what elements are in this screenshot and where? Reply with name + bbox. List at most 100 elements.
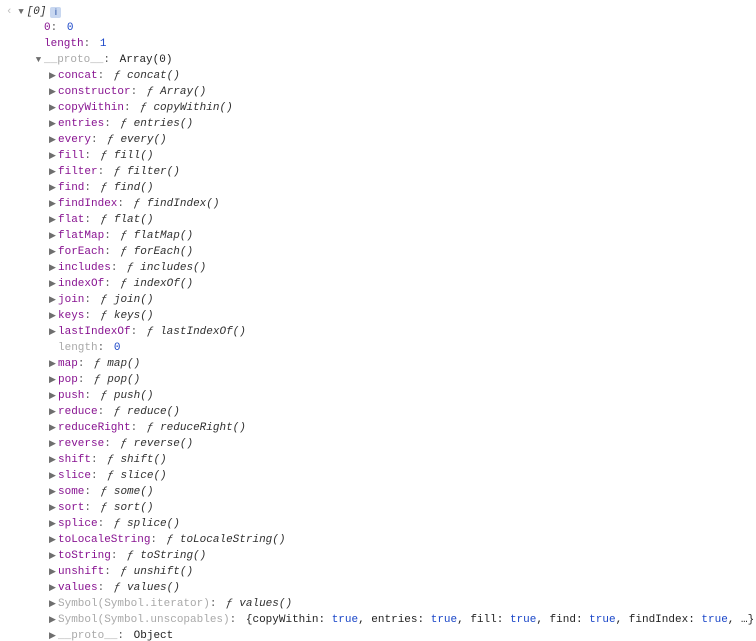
length-row[interactable]: ▶ length: 0	[6, 340, 756, 356]
triangle-right-icon[interactable]: ▶	[48, 372, 57, 388]
triangle-right-icon[interactable]: ▶	[48, 84, 57, 100]
method-row[interactable]: ▶slice: ƒ slice()	[6, 468, 756, 484]
method-row[interactable]: ▶unshift: ƒ unshift()	[6, 564, 756, 580]
method-row[interactable]: ▶toLocaleString: ƒ toLocaleString()	[6, 532, 756, 548]
method-row[interactable]: ▶pop: ƒ pop()	[6, 372, 756, 388]
console-output: ‹ ▼ [0] i ▶0: 0▶length: 1 ▼ __proto__: A…	[0, 0, 756, 641]
method-row[interactable]: ▶reduceRight: ƒ reduceRight()	[6, 420, 756, 436]
method-row[interactable]: ▶entries: ƒ entries()	[6, 116, 756, 132]
property-key: push	[58, 388, 84, 404]
function-name: concat()	[127, 68, 180, 84]
triangle-right-icon[interactable]: ▶	[48, 148, 57, 164]
property-key: toString	[58, 548, 111, 564]
triangle-right-icon[interactable]: ▶	[48, 260, 57, 276]
triangle-right-icon[interactable]: ▶	[48, 244, 57, 260]
own-property-row[interactable]: ▶length: 1	[6, 36, 756, 52]
triangle-right-icon[interactable]: ▶	[48, 388, 57, 404]
method-row[interactable]: ▶concat: ƒ concat()	[6, 68, 756, 84]
method-row[interactable]: ▶keys: ƒ keys()	[6, 308, 756, 324]
method-row[interactable]: ▶reverse: ƒ reverse()	[6, 436, 756, 452]
property-key: every	[58, 132, 91, 148]
triangle-right-icon[interactable]: ▶	[48, 436, 57, 452]
triangle-right-icon[interactable]: ▶	[48, 164, 57, 180]
triangle-right-icon[interactable]: ▶	[48, 212, 57, 228]
triangle-right-icon[interactable]: ▶	[48, 452, 57, 468]
method-row[interactable]: ▶lastIndexOf: ƒ lastIndexOf()	[6, 324, 756, 340]
triangle-right-icon[interactable]: ▶	[48, 116, 57, 132]
method-row[interactable]: ▶values: ƒ values()	[6, 580, 756, 596]
method-row[interactable]: ▶indexOf: ƒ indexOf()	[6, 276, 756, 292]
method-row[interactable]: ▶fill: ƒ fill()	[6, 148, 756, 164]
method-row[interactable]: ▶map: ƒ map()	[6, 356, 756, 372]
triangle-right-icon[interactable]: ▶	[48, 596, 57, 612]
method-row[interactable]: ▶some: ƒ some()	[6, 484, 756, 500]
proto-object-row[interactable]: ▶ __proto__: Object	[6, 628, 756, 641]
symbol-iterator-row[interactable]: ▶ Symbol(Symbol.iterator): ƒ values()	[6, 596, 756, 612]
triangle-right-icon[interactable]: ▶	[48, 180, 57, 196]
method-row[interactable]: ▶reduce: ƒ reduce()	[6, 404, 756, 420]
property-key: sort	[58, 500, 84, 516]
triangle-right-icon[interactable]: ▶	[48, 324, 57, 340]
triangle-right-icon[interactable]: ▶	[48, 580, 57, 596]
function-marker: ƒ	[120, 228, 127, 244]
function-name: join()	[114, 292, 154, 308]
method-row[interactable]: ▶includes: ƒ includes()	[6, 260, 756, 276]
triangle-right-icon[interactable]: ▶	[48, 100, 57, 116]
function-marker: ƒ	[114, 68, 121, 84]
property-key: unshift	[58, 564, 104, 580]
method-row[interactable]: ▶join: ƒ join()	[6, 292, 756, 308]
property-key: lastIndexOf	[58, 324, 131, 340]
triangle-right-icon[interactable]: ▶	[48, 356, 57, 372]
triangle-right-icon[interactable]: ▶	[48, 308, 57, 324]
function-marker: ƒ	[127, 260, 134, 276]
method-row[interactable]: ▶filter: ƒ filter()	[6, 164, 756, 180]
function-marker: ƒ	[114, 404, 121, 420]
triangle-right-icon[interactable]: ▶	[48, 404, 57, 420]
object-preview: {copyWithin: true, entries: true, fill: …	[246, 612, 754, 628]
array-summary[interactable]: [0]	[27, 4, 47, 20]
triangle-right-icon[interactable]: ▶	[48, 548, 57, 564]
triangle-right-icon[interactable]: ▶	[48, 484, 57, 500]
triangle-right-icon[interactable]: ▶	[48, 420, 57, 436]
method-row[interactable]: ▶find: ƒ find()	[6, 180, 756, 196]
info-icon[interactable]: i	[50, 7, 61, 18]
triangle-right-icon[interactable]: ▶	[48, 196, 57, 212]
triangle-right-icon[interactable]: ▶	[48, 292, 57, 308]
method-row[interactable]: ▶shift: ƒ shift()	[6, 452, 756, 468]
method-row[interactable]: ▶every: ƒ every()	[6, 132, 756, 148]
spacer: ▶	[34, 36, 43, 52]
method-row[interactable]: ▶flat: ƒ flat()	[6, 212, 756, 228]
triangle-right-icon[interactable]: ▶	[48, 628, 57, 641]
method-row[interactable]: ▶toString: ƒ toString()	[6, 548, 756, 564]
method-row[interactable]: ▶constructor: ƒ Array()	[6, 84, 756, 100]
triangle-right-icon[interactable]: ▶	[48, 468, 57, 484]
function-name: findIndex()	[147, 196, 220, 212]
function-name: flatMap()	[134, 228, 193, 244]
method-row[interactable]: ▶push: ƒ push()	[6, 388, 756, 404]
function-name: reduceRight()	[160, 420, 246, 436]
triangle-right-icon[interactable]: ▶	[48, 228, 57, 244]
triangle-right-icon[interactable]: ▶	[48, 500, 57, 516]
method-row[interactable]: ▶forEach: ƒ forEach()	[6, 244, 756, 260]
method-row[interactable]: ▶copyWithin: ƒ copyWithin()	[6, 100, 756, 116]
triangle-right-icon[interactable]: ▶	[48, 564, 57, 580]
triangle-right-icon[interactable]: ▶	[48, 276, 57, 292]
method-row[interactable]: ▶findIndex: ƒ findIndex()	[6, 196, 756, 212]
triangle-right-icon[interactable]: ▶	[48, 132, 57, 148]
triangle-down-icon[interactable]: ▼	[34, 52, 43, 68]
triangle-right-icon[interactable]: ▶	[48, 612, 57, 628]
top-row[interactable]: ‹ ▼ [0] i	[6, 4, 756, 20]
triangle-right-icon[interactable]: ▶	[48, 532, 57, 548]
own-property-row[interactable]: ▶0: 0	[6, 20, 756, 36]
function-marker: ƒ	[147, 420, 154, 436]
method-row[interactable]: ▶flatMap: ƒ flatMap()	[6, 228, 756, 244]
method-row[interactable]: ▶splice: ƒ splice()	[6, 516, 756, 532]
symbol-unscopables-row[interactable]: ▶ Symbol(Symbol.unscopables): {copyWithi…	[6, 612, 756, 628]
property-key: Symbol(Symbol.iterator)	[58, 596, 210, 612]
triangle-right-icon[interactable]: ▶	[48, 516, 57, 532]
triangle-down-icon[interactable]: ▼	[17, 4, 26, 20]
triangle-right-icon[interactable]: ▶	[48, 68, 57, 84]
property-key: constructor	[58, 84, 131, 100]
proto-row[interactable]: ▼ __proto__: Array(0)	[6, 52, 756, 68]
method-row[interactable]: ▶sort: ƒ sort()	[6, 500, 756, 516]
